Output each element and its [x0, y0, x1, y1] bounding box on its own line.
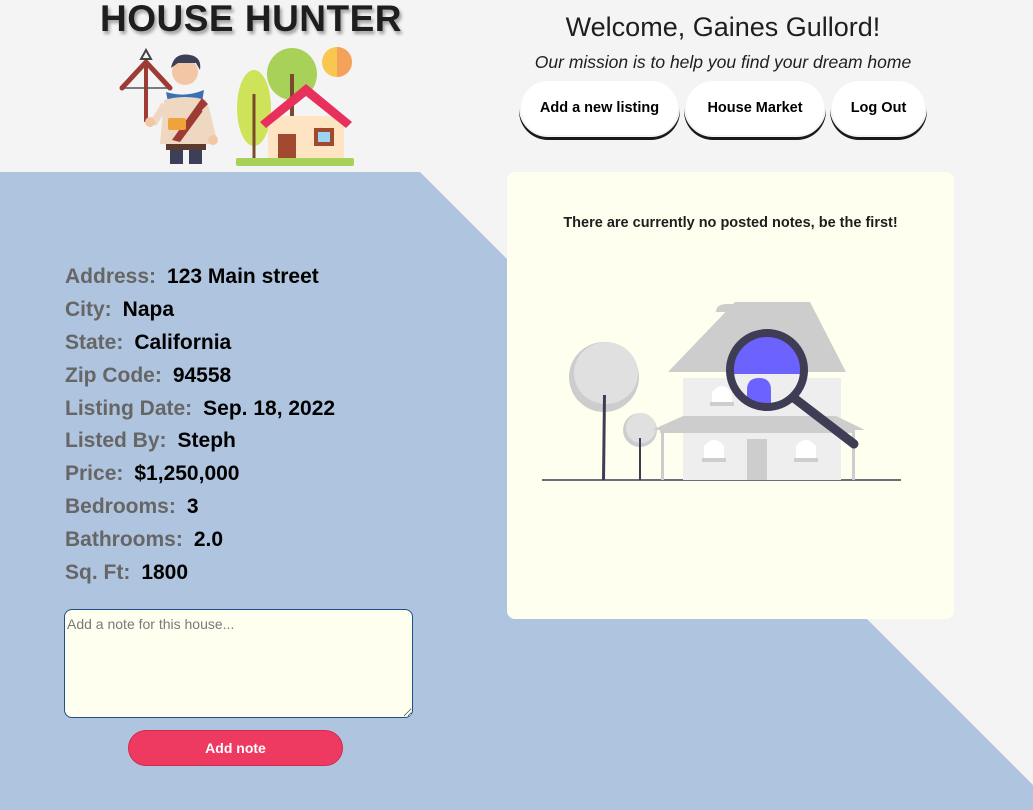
detail-label: Price: — [65, 462, 124, 486]
welcome-heading: Welcome, Gaines Gullord! — [565, 12, 881, 42]
detail-row-zip-code: Zip Code: 94558 — [65, 359, 335, 392]
detail-row-state: State: California — [65, 327, 335, 360]
detail-row-price: Price: $1,250,000 — [65, 458, 335, 491]
detail-value: Steph — [177, 429, 236, 453]
detail-label: State: — [65, 330, 124, 354]
listing-details: Address: 123 Main street City: Napa Stat… — [65, 261, 335, 589]
detail-value: 3 — [186, 494, 199, 518]
house-with-trees-icon — [236, 47, 354, 166]
house-market-button[interactable]: House Market — [684, 79, 826, 137]
detail-value: $1,250,000 — [134, 462, 240, 486]
notes-panel: There are currently no posted notes, be … — [507, 172, 954, 619]
house-search-magnifier-illustration — [542, 302, 901, 481]
detail-label: Bedrooms: — [65, 494, 176, 518]
detail-row-bathrooms: Bathrooms: 2.0 — [65, 523, 335, 556]
detail-label: Bathrooms: — [65, 527, 183, 551]
add-note-button[interactable]: Add note — [128, 730, 343, 766]
detail-value: California — [134, 330, 232, 354]
hunter-crossbow-icon — [119, 48, 218, 164]
brand-title: HOUSE HUNTER — [100, 0, 403, 39]
detail-label: City: — [65, 298, 112, 322]
detail-row-city: City: Napa — [65, 294, 335, 327]
detail-row-address: Address: 123 Main street — [65, 261, 335, 294]
detail-label: Address: — [65, 265, 157, 289]
add-listing-button[interactable]: Add a new listing — [519, 79, 680, 137]
detail-value: 2.0 — [193, 527, 224, 551]
note-input[interactable] — [64, 609, 413, 718]
detail-label: Sq. Ft: — [65, 560, 131, 584]
detail-value: 1800 — [141, 560, 189, 584]
detail-value: 94558 — [172, 363, 232, 387]
detail-value: Napa — [122, 298, 175, 322]
log-out-button[interactable]: Log Out — [830, 79, 927, 137]
detail-row-sq-ft: Sq. Ft: 1800 — [65, 556, 335, 589]
detail-row-bedrooms: Bedrooms: 3 — [65, 491, 335, 524]
detail-row-listed-by: Listed By: Steph — [65, 425, 335, 458]
detail-value: Sep. 18, 2022 — [203, 396, 336, 420]
detail-row-listing-date: Listing Date: Sep. 18, 2022 — [65, 392, 335, 425]
mission-statement: Our mission is to help you find your dre… — [534, 52, 912, 72]
detail-label: Listing Date: — [65, 396, 193, 420]
detail-label: Zip Code: — [65, 363, 162, 387]
detail-value: 123 Main street — [167, 265, 319, 289]
notes-empty-message: There are currently no posted notes, be … — [563, 215, 898, 231]
detail-label: Listed By: — [65, 429, 167, 453]
